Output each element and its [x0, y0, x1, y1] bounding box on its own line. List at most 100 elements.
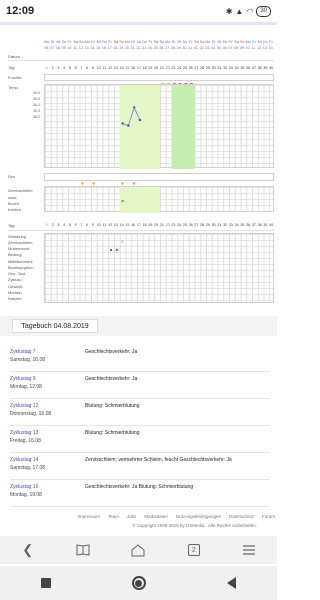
entry-date: Samstag, 17.08 — [10, 465, 46, 471]
temp-scale: 36.6 36.5 36.4 36.3 36.2 — [33, 90, 40, 120]
cycle-chart: Mo Di Mi Do Fr Sa So Mo Di Mi Do Fr Sa So Mo Di Mi Do Fr Sa… — [0, 38, 277, 328]
fertile-window-band — [119, 85, 160, 169]
label-sex: Sex — [8, 174, 15, 179]
weekday-cell: Fr — [269, 40, 273, 44]
date-row: 06. 07. 08. 09. 10. 11. 12. 13. 14. 15. 16. 17. 18. 1… — [44, 46, 274, 50]
symptom-grid: S — [44, 233, 274, 303]
label-datum: Datum — [8, 54, 20, 59]
temperature-point — [121, 122, 124, 125]
bookmarks-icon[interactable] — [69, 540, 97, 560]
label-tag: Tag — [8, 65, 15, 70]
cycle-day-link[interactable]: Zyklustag 13 — [10, 430, 38, 436]
label-nass: nass — [8, 195, 17, 200]
divider — [8, 230, 274, 231]
footer-link[interactable]: Datenschutz — [229, 514, 254, 519]
wifi-icon: ◠ — [246, 6, 254, 16]
diary-entry: Zyklustag 12 Donnerstag, 15.08 Blutung: Sc… — [10, 400, 270, 426]
diary-entry: Zyklustag 13 Freitag, 16.08 Blutung: Schmi… — [10, 427, 270, 453]
home-icon[interactable] — [124, 540, 152, 560]
entry-text: Geschlechtsverkehr: Ja — [85, 349, 138, 355]
symptom-label: Mittelschmerz — [8, 258, 33, 264]
footer-link[interactable]: Impressum — [78, 514, 100, 519]
temperature-curve — [119, 85, 195, 169]
cycle-day-link[interactable]: Zyklustag 14 — [10, 457, 38, 463]
weekday-row: Mo Di Mi Do Fr Sa So Mo Di Mi Do Fr Sa So Mo Di Mi Do Fr Sa… — [44, 40, 274, 44]
diary-entry: Zyklustag 9 Montag, 12.08 Geschlechtsverke… — [10, 373, 270, 399]
cervix-marker — [121, 199, 124, 203]
entry-text: Blutung: Schmierblutung — [85, 430, 140, 436]
label-zervix: Zervixschleim — [8, 188, 33, 193]
cycle-day-link[interactable]: Zyklustag 12 — [10, 403, 38, 409]
cervix-symptom-marker: S — [121, 239, 124, 244]
temperature-point — [127, 124, 130, 127]
entry-text: Blutung: Schmierblutung — [85, 403, 140, 409]
temp-scale-label: 36.2 — [33, 115, 40, 119]
label-fruchtbarkeit: Fruchtb. — [8, 75, 23, 80]
label-feucht: feucht — [8, 201, 19, 206]
entry-date: Montag, 12.08 — [10, 384, 42, 390]
divider — [8, 60, 274, 61]
cycle-day-link[interactable]: Zyklustag 7 — [10, 349, 36, 355]
back-icon[interactable]: ❮ — [14, 540, 42, 560]
day-cell: 40 — [269, 223, 274, 227]
symptom-labels: Muttermund Blutung Mittelschmerz Brustsympt… — [8, 246, 34, 303]
diary-title: Tagebuch 04.08.2019 — [12, 319, 98, 333]
temperature-grid — [44, 84, 274, 169]
fertility-row — [44, 74, 274, 87]
entry-date: Freitag, 16.08 — [10, 438, 41, 444]
status-icons: ✱ ▲ ◠ 30 — [225, 5, 271, 17]
diary-entry: Zyklustag 14 Samstag, 17.08 Zervixschleim:… — [10, 454, 270, 480]
day-row: 1 2 3 4 5 6 7 8 9 10 11 12 13 14 15 16 17 18 19 20 21 22 23 24 2… — [44, 66, 274, 70]
symptom-markers: S — [110, 239, 124, 252]
symptom-label: Notizen — [8, 296, 22, 302]
battery-icon: 30 — [256, 5, 271, 17]
label-trocken: trocken — [8, 207, 22, 212]
tab-count: 2 — [187, 544, 200, 556]
entry-date: Samstag, 10.08 — [10, 357, 46, 363]
entry-text: Geschlechtsverkehr: Ja — [85, 376, 138, 382]
menu-icon[interactable] — [235, 540, 263, 560]
footer-link[interactable]: Nutzungsbedingungen — [176, 514, 221, 519]
clock: 12:09 — [6, 5, 35, 17]
cervix-grid — [44, 186, 274, 213]
sex-row: ♥ ♥ ♥ ♥ — [44, 173, 274, 188]
diary-header: Tagebuch 04.08.2019 — [0, 316, 277, 336]
status-bar: 12:09 ✱ ▲ ◠ 30 — [0, 0, 277, 22]
cycle-day-link[interactable]: Zyklustag 16 — [10, 484, 38, 490]
entry-date: Donnerstag, 15.08 — [10, 411, 52, 417]
entry-date: Montag, 19.08 — [10, 492, 42, 498]
temperature-point — [132, 106, 136, 109]
footer-links: Impressum Team Jobs Mediadaten Nutzungsbedin… — [0, 512, 277, 519]
entry-text: Geschlechtsverkehr: Ja Blutung: Schmierb… — [85, 484, 194, 490]
footer-link[interactable]: Mediadaten — [144, 514, 168, 519]
entry-text: Zervixschleim: vermehrter Schleim, feuch… — [85, 457, 232, 463]
label-temp: Temp. — [8, 85, 19, 90]
date-cell: 14. — [268, 46, 274, 50]
cycle-day-link[interactable]: Zyklustag 9 — [10, 376, 36, 382]
day-cell: 40 — [269, 66, 274, 70]
bleeding-marker — [115, 248, 118, 252]
recents-icon[interactable] — [40, 578, 51, 588]
diary-entry: Zyklustag 7 Samstag, 10.08 Geschlechtsverk… — [10, 346, 270, 372]
footer-link[interactable]: Jobs — [127, 514, 137, 519]
fertile-window-band — [119, 187, 160, 213]
temperature-point — [138, 118, 142, 122]
footer-link[interactable]: Forum — [262, 514, 275, 519]
cervix-markers — [119, 187, 160, 213]
label-zervixschleim-2: Zervixschleim — [8, 240, 33, 245]
bleeding-marker — [110, 248, 113, 252]
back-nav-icon[interactable] — [227, 577, 237, 589]
home-nav-icon[interactable] — [131, 576, 146, 590]
copyright: © Copyright 1998-2019 by USMedia . Alle … — [132, 523, 257, 528]
bluetooth-icon: ✱ — [225, 6, 233, 16]
system-nav-bar — [0, 566, 277, 600]
footer-link[interactable]: Team — [108, 514, 119, 519]
tabs-button[interactable]: 2 — [180, 540, 208, 560]
diary-entry: Zyklustag 16 Montag, 19.08 Geschlechtsverk… — [10, 481, 270, 507]
peak-window-band — [171, 85, 195, 169]
label-stimmung: Stimmung — [8, 234, 27, 239]
day-row-2: 1 2 3 4 5 6 7 8 9 10 11 12 13 14 15 16 17 18 19 20 21 22 23 24 2… — [44, 223, 274, 227]
header-divider — [0, 22, 277, 25]
signal-icon: ▲ — [235, 6, 244, 16]
label-tag-2: Tag — [8, 223, 15, 228]
